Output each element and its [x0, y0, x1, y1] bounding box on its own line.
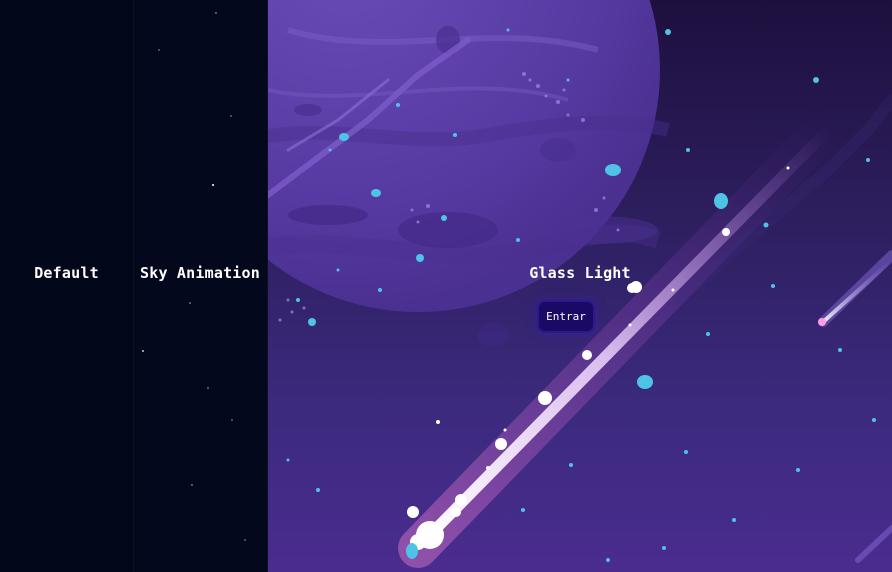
panel-sky-animation: Sky Animation	[134, 0, 268, 572]
meteor-small-graphic	[818, 250, 892, 563]
panel-default: Default	[0, 0, 134, 572]
panel-title-default: Default	[34, 264, 99, 282]
panel-title-sky-animation: Sky Animation	[140, 264, 260, 282]
star-particles	[142, 12, 246, 541]
panel-title-glass-light: Glass Light	[529, 264, 631, 282]
enter-button[interactable]: Entrar	[537, 300, 595, 333]
space-scene	[268, 0, 892, 568]
app-stage: Default Sky Animation Glass Light Entrar	[0, 0, 892, 572]
panel-glass-light: Glass Light Entrar	[268, 0, 892, 572]
